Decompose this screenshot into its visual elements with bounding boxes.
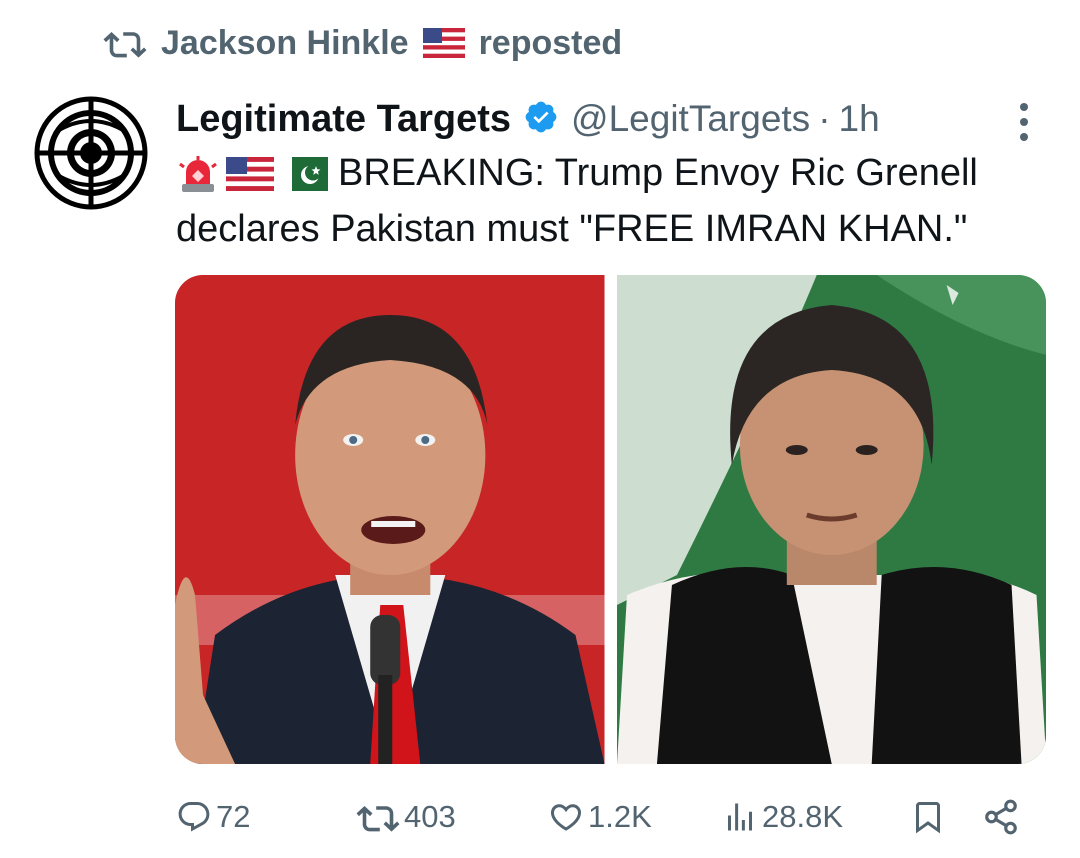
author-avatar[interactable]: [34, 96, 148, 210]
like-button[interactable]: 1.2K: [548, 790, 652, 844]
crosshair-globe-logo: [34, 96, 148, 210]
post-media[interactable]: [175, 275, 1046, 764]
post-text-line-2: declares Pakistan must "FREE IMRAN KHAN.…: [176, 208, 968, 250]
like-count: 1.2K: [588, 799, 652, 834]
reply-count: 72: [216, 799, 251, 834]
bookmark-button[interactable]: [910, 790, 946, 844]
post-header: Legitimate Targets @LegitTargets · 1h: [176, 92, 1046, 146]
rotating-light-emoji: [179, 155, 217, 192]
share-button[interactable]: [982, 790, 1020, 844]
repost-count: 403: [404, 799, 456, 834]
repost-icon: [356, 805, 400, 832]
us-flag-emoji: [226, 156, 274, 191]
view-count: 28.8K: [762, 799, 844, 834]
reply-button[interactable]: 72: [176, 790, 250, 844]
heart-icon: [550, 804, 582, 831]
more-vertical-icon: [1020, 103, 1028, 141]
repost-suffix: reposted: [478, 23, 623, 62]
separator-dot: ·: [818, 98, 831, 139]
author-display-name[interactable]: Legitimate Targets: [176, 98, 511, 141]
verified-badge-icon: [523, 99, 559, 140]
repost-context[interactable]: Jackson Hinkle reposted: [103, 18, 622, 68]
share-icon: [985, 799, 1017, 835]
emoji-row: [176, 154, 328, 194]
reply-icon: [178, 802, 210, 832]
reposter-name[interactable]: Jackson Hinkle: [161, 24, 409, 63]
pakistan-flag-emoji: [280, 156, 328, 191]
views-chart-icon: [728, 803, 752, 831]
imran-khan-photo[interactable]: [616, 275, 1046, 764]
repost-button[interactable]: 403: [356, 790, 456, 844]
post-text-line-1: BREAKING: Trump Envoy Ric Grenell: [176, 152, 978, 195]
us-flag-emoji: [422, 28, 465, 58]
post-timestamp[interactable]: 1h: [839, 98, 880, 140]
bookmark-icon: [916, 802, 940, 834]
repost-icon: [103, 31, 147, 58]
views-button[interactable]: 28.8K: [722, 790, 843, 844]
post-text: BREAKING: Trump Envoy Ric Grenell: [338, 152, 978, 194]
ric-grenell-photo[interactable]: [175, 275, 605, 764]
more-options-button[interactable]: [1014, 100, 1034, 144]
author-handle[interactable]: @LegitTargets: [571, 98, 810, 140]
post-actions: 72 403 1.2K 28.8K: [176, 790, 1046, 844]
